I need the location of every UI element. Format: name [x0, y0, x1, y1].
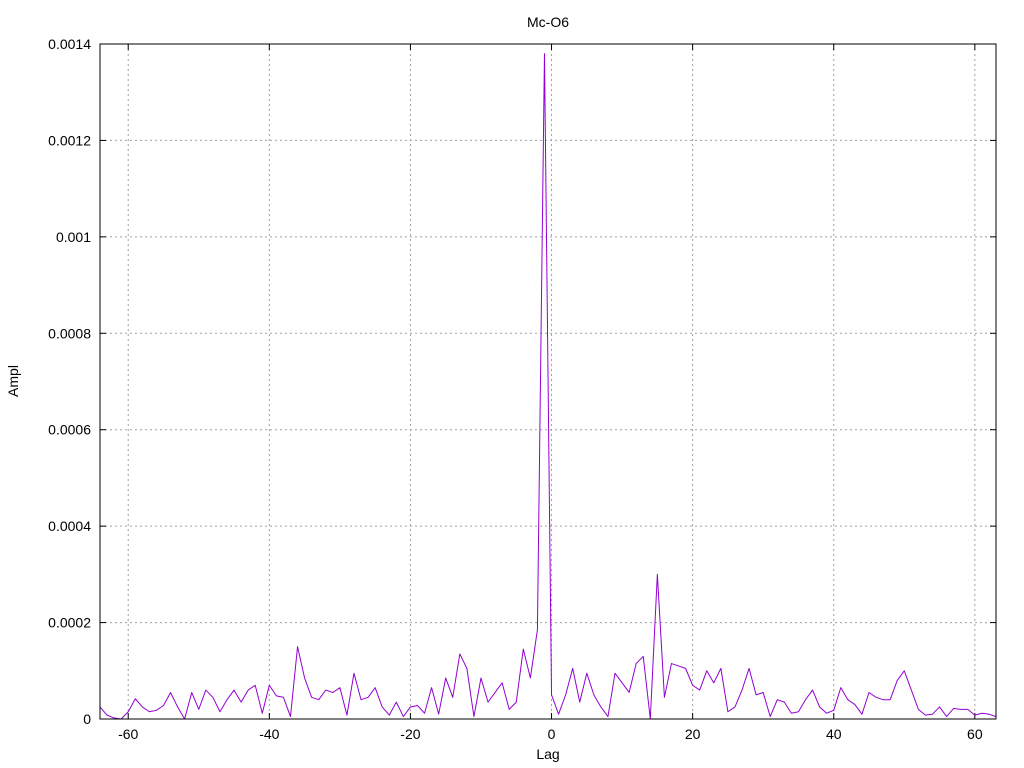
x-tick-label: 40 [826, 726, 842, 742]
chart-title: Mc-O6 [527, 14, 569, 30]
x-tick-label: -60 [118, 726, 138, 742]
x-tick-label: -20 [400, 726, 420, 742]
y-tick-label: 0.0014 [48, 36, 91, 52]
x-tick-label: 60 [967, 726, 983, 742]
x-axis-label: Lag [536, 746, 559, 762]
y-tick-label: 0.001 [56, 229, 91, 245]
y-tick-label: 0.0002 [48, 615, 91, 631]
y-tick-label: 0.0008 [48, 325, 91, 341]
x-tick-label: 20 [685, 726, 701, 742]
y-tick-label: 0.0006 [48, 422, 91, 438]
y-tick-label: 0 [83, 711, 91, 727]
y-tick-labels: 0 0.0002 0.0004 0.0006 0.0008 0.001 0.0012 0.00… [48, 36, 91, 727]
y-tick-label: 0.0004 [48, 518, 91, 534]
y-axis-label: Ampl [5, 365, 21, 397]
chart: -60 -40 -20 0 20 40 60 0 0.0002 0.0004 0.0006 0.00… [5, 14, 997, 762]
x-tick-label: -40 [259, 726, 279, 742]
y-tick-label: 0.0012 [48, 132, 91, 148]
x-tick-label: 0 [548, 726, 556, 742]
x-tick-labels: -60 -40 -20 0 20 40 60 [118, 726, 983, 742]
